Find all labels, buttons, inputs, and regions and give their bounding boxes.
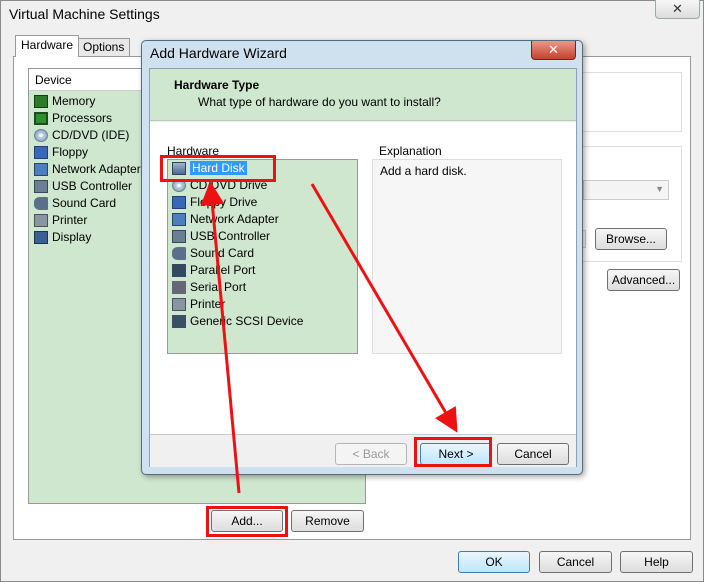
- arrow-add-to-hard-disk: [200, 181, 241, 494]
- arrow-hard-disk-to-next: [310, 183, 458, 433]
- tab-hardware[interactable]: Hardware: [15, 35, 80, 57]
- annotation-arrows: [200, 181, 458, 494]
